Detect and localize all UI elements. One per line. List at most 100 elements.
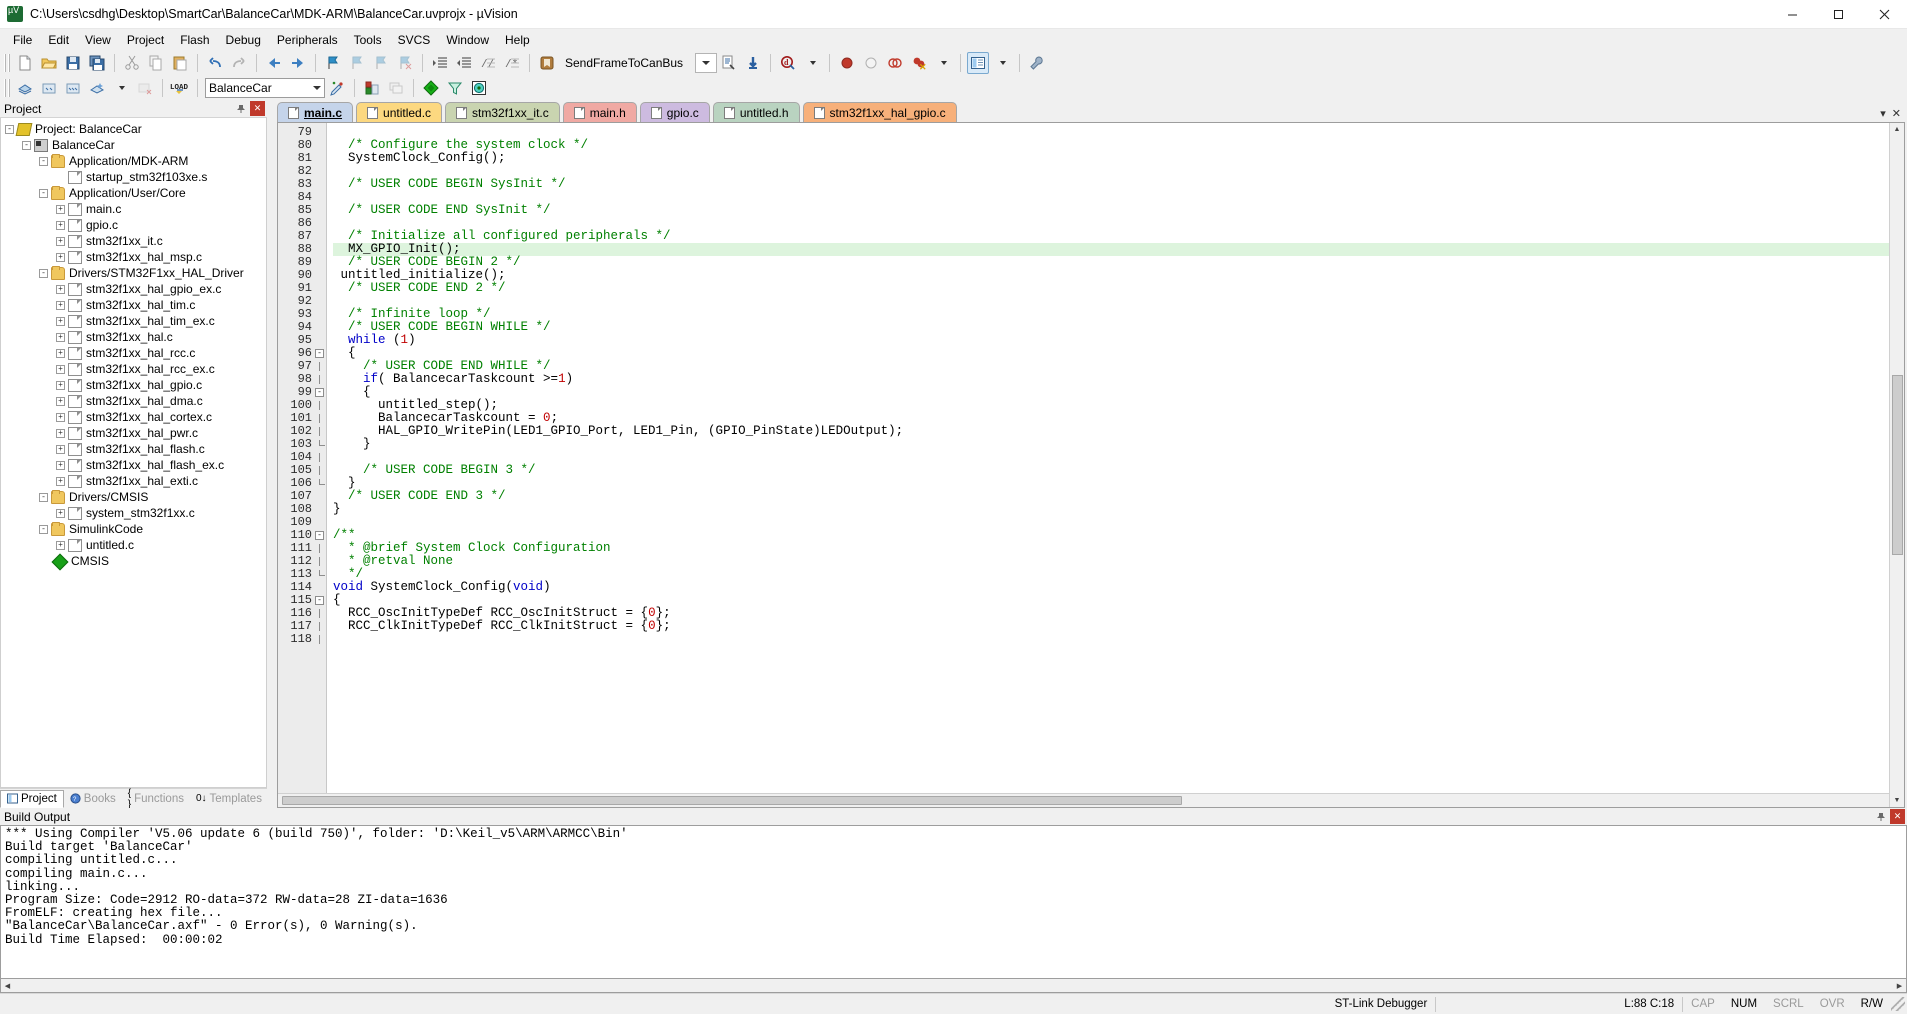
code-line[interactable]: untitled_initialize(); [333,269,1889,282]
menu-window[interactable]: Window [438,31,497,49]
editor-tab[interactable]: untitled.c [356,102,443,122]
copy-icon[interactable] [145,52,167,74]
code-line[interactable]: MX_GPIO_Init(); [333,243,1889,256]
expand-toggle-icon[interactable]: + [56,428,65,438]
menu-file[interactable]: File [5,31,40,49]
disable-breakpoint-icon[interactable] [860,52,882,74]
editor-tab[interactable]: stm32f1xx_it.c [445,102,560,122]
maximize-button[interactable] [1815,0,1861,29]
tree-item[interactable]: + stm32f1xx_hal.c [1,329,266,345]
tree-item[interactable]: - SimulinkCode [1,521,266,537]
code-line[interactable]: void SystemClock_Config(void) [333,581,1889,594]
disable-all-breakpoints-icon[interactable]: ✕ [908,52,930,74]
toolbar-grip[interactable] [4,79,10,97]
expand-toggle-icon[interactable]: + [56,348,65,358]
scroll-down-button[interactable]: ▼ [1891,794,1904,807]
navigate-forward-icon[interactable] [287,52,309,74]
menu-peripherals[interactable]: Peripherals [269,31,346,49]
tree-item[interactable]: + stm32f1xx_hal_rcc.c [1,345,266,361]
collapse-toggle-icon[interactable]: - [5,124,14,134]
cut-icon[interactable] [121,52,143,74]
bookmark-toggle-icon[interactable] [322,52,344,74]
batch-build-dropdown-button[interactable] [110,77,132,99]
bookmark-prev-icon[interactable] [346,52,368,74]
expand-toggle-icon[interactable]: + [56,364,65,374]
expand-toggle-icon[interactable]: + [56,412,65,422]
target-selector[interactable]: BalanceCar [205,78,325,98]
menu-flash[interactable]: Flash [172,31,217,49]
batch-build-icon[interactable] [86,77,108,99]
code-vertical-scrollbar[interactable]: ▲ ▼ [1889,123,1904,807]
project-tab-functions[interactable]: { } Functions [122,788,190,810]
expand-toggle-icon[interactable]: + [56,380,65,390]
scrollbar-thumb[interactable] [282,796,1182,805]
paste-icon[interactable] [169,52,191,74]
code-line[interactable]: * @brief System Clock Configuration [333,542,1889,555]
expand-toggle-icon[interactable]: + [56,284,65,294]
menu-help[interactable]: Help [497,31,538,49]
tree-item[interactable]: - Project: BalanceCar [1,121,266,137]
close-button[interactable] [1861,0,1907,29]
project-tab-project[interactable]: Project [0,789,64,808]
comment-icon[interactable]: // [477,52,499,74]
options-for-target-icon[interactable] [326,77,348,99]
save-icon[interactable] [62,52,84,74]
code-editor[interactable]: 79 80 81 82 83 84 85 86 87 88 89 90 91 92 93 94 95 96-97 9… [277,122,1905,808]
editor-tab[interactable]: main.h [562,102,637,122]
tree-item[interactable]: + stm32f1xx_hal_flash.c [1,441,266,457]
load-icon[interactable]: LOAD [169,77,191,99]
code-line[interactable]: HAL_GPIO_WritePin(LED1_GPIO_Port, LED1_P… [333,425,1889,438]
manage-windows-icon[interactable] [967,52,990,74]
tree-item[interactable]: + stm32f1xx_hal_gpio.c [1,377,266,393]
expand-toggle-icon[interactable]: + [56,300,65,310]
windows-dropdown-button[interactable] [991,52,1013,74]
code-text[interactable]: /* Configure the system clock */ SystemC… [327,123,1889,793]
debug-session-icon[interactable]: d [777,52,799,74]
tree-item[interactable]: + main.c [1,201,266,217]
manage-project-items-icon[interactable] [361,77,383,99]
scrollbar-thumb[interactable] [1891,375,1903,555]
project-tree[interactable]: - Project: BalanceCar - BalanceCar - Applicat… [0,118,267,788]
code-line[interactable]: /* Configure the system clock */ [333,139,1889,152]
code-line[interactable]: /* USER CODE END SysInit */ [333,204,1889,217]
close-icon[interactable]: ✕ [250,101,265,116]
tree-item[interactable]: + system_stm32f1xx.c [1,505,266,521]
expand-toggle-icon[interactable]: + [56,396,65,406]
insert-breakpoint-icon[interactable] [836,52,858,74]
start-debug-icon[interactable] [742,52,764,74]
tree-item[interactable]: + gpio.c [1,217,266,233]
outdent-icon[interactable] [453,52,475,74]
collapse-toggle-icon[interactable]: - [39,188,48,198]
code-line[interactable] [333,516,1889,529]
tree-item[interactable]: + stm32f1xx_hal_pwr.c [1,425,266,441]
code-line[interactable]: } [333,477,1889,490]
pin-icon[interactable] [1873,809,1888,824]
collapse-toggle-icon[interactable]: - [39,156,48,166]
editor-tab[interactable]: untitled.h [712,102,800,122]
code-line[interactable]: /* USER CODE END 2 */ [333,282,1889,295]
menu-project[interactable]: Project [119,31,172,49]
fold-toggle-icon[interactable]: - [315,596,324,605]
code-line[interactable]: /* USER CODE END 3 */ [333,490,1889,503]
translate-icon[interactable] [14,77,36,99]
editor-tab-bar[interactable]: main.c untitled.c stm32f1xx_it.c main.h gpio… [267,100,1907,122]
tree-item[interactable]: - Application/MDK-ARM [1,153,266,169]
menu-edit[interactable]: Edit [40,31,77,49]
code-line[interactable]: SystemClock_Config(); [333,152,1889,165]
build-output-text[interactable]: *** Using Compiler 'V5.06 update 6 (buil… [0,825,1907,979]
navigate-back-icon[interactable] [263,52,285,74]
collapse-toggle-icon[interactable]: - [39,268,48,278]
project-tab-templates[interactable]: 0↓ Templates [190,790,268,808]
breakpoints-dropdown-button[interactable] [932,52,954,74]
tree-item[interactable]: + untitled.c [1,537,266,553]
debug-dropdown-button[interactable] [801,52,823,74]
menu-debug[interactable]: Debug [218,31,269,49]
collapse-toggle-icon[interactable]: - [22,140,31,150]
collapse-toggle-icon[interactable]: - [39,492,48,502]
filter-icon[interactable] [444,77,466,99]
code-line[interactable]: /* USER CODE BEGIN SysInit */ [333,178,1889,191]
collapse-toggle-icon[interactable]: - [39,524,48,534]
kill-all-breakpoints-icon[interactable] [884,52,906,74]
save-all-icon[interactable] [86,52,108,74]
expand-toggle-icon[interactable]: + [56,332,65,342]
